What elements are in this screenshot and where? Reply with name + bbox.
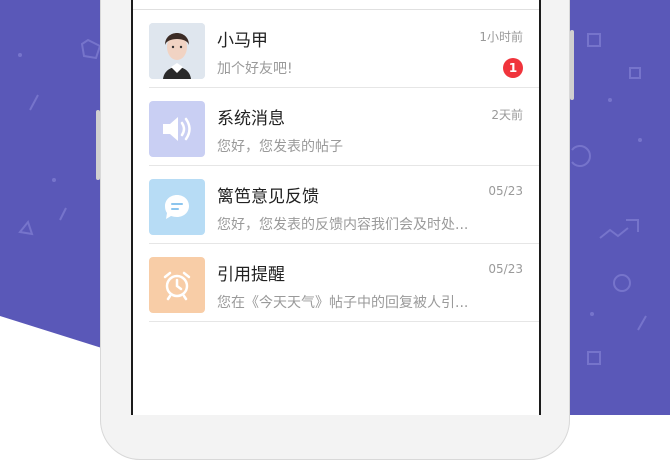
reminder-avatar (149, 257, 205, 313)
message-title: 篱笆意见反馈 (217, 187, 319, 207)
phone-screen: 小马甲 1小时前 加个好友吧! 1 系统消息 2天前 您好，您发表的帖子 篱笆意… (131, 0, 541, 415)
user-photo-icon (149, 23, 205, 79)
message-item-system[interactable]: 系统消息 2天前 您好，您发表的帖子 (133, 88, 539, 166)
user-avatar (149, 23, 205, 79)
unread-badge: 1 (503, 58, 523, 78)
message-item-feedback[interactable]: 篱笆意见反馈 05/23 您好，您发表的反馈内容我们会及时处... (133, 166, 539, 244)
chat-bubble-icon (165, 195, 189, 219)
phone-side-button-left (96, 110, 100, 180)
phone-side-button-right (570, 30, 574, 100)
row-divider (149, 321, 539, 322)
message-preview: 加个好友吧! (217, 61, 293, 77)
system-avatar (149, 101, 205, 157)
message-time: 05/23 (488, 184, 523, 198)
message-preview: 您在《今天天气》帖子中的回复被人引... (217, 295, 469, 311)
feedback-avatar (149, 179, 205, 235)
message-preview: 您好，您发表的反馈内容我们会及时处... (217, 217, 469, 233)
message-item-quote-reminder[interactable]: 引用提醒 05/23 您在《今天天气》帖子中的回复被人引... (133, 244, 539, 322)
message-preview: 您好，您发表的帖子 (217, 139, 343, 155)
message-title: 系统消息 (217, 109, 285, 129)
speaker-icon (163, 117, 191, 141)
message-list: 小马甲 1小时前 加个好友吧! 1 系统消息 2天前 您好，您发表的帖子 篱笆意… (133, 10, 539, 322)
message-title: 引用提醒 (217, 265, 285, 285)
message-title: 小马甲 (217, 31, 268, 51)
message-time: 1小时前 (479, 30, 523, 44)
message-time: 05/23 (488, 262, 523, 276)
message-item-xiaomajia[interactable]: 小马甲 1小时前 加个好友吧! 1 (133, 10, 539, 88)
alarm-clock-icon (163, 271, 191, 301)
message-time: 2天前 (491, 108, 523, 122)
